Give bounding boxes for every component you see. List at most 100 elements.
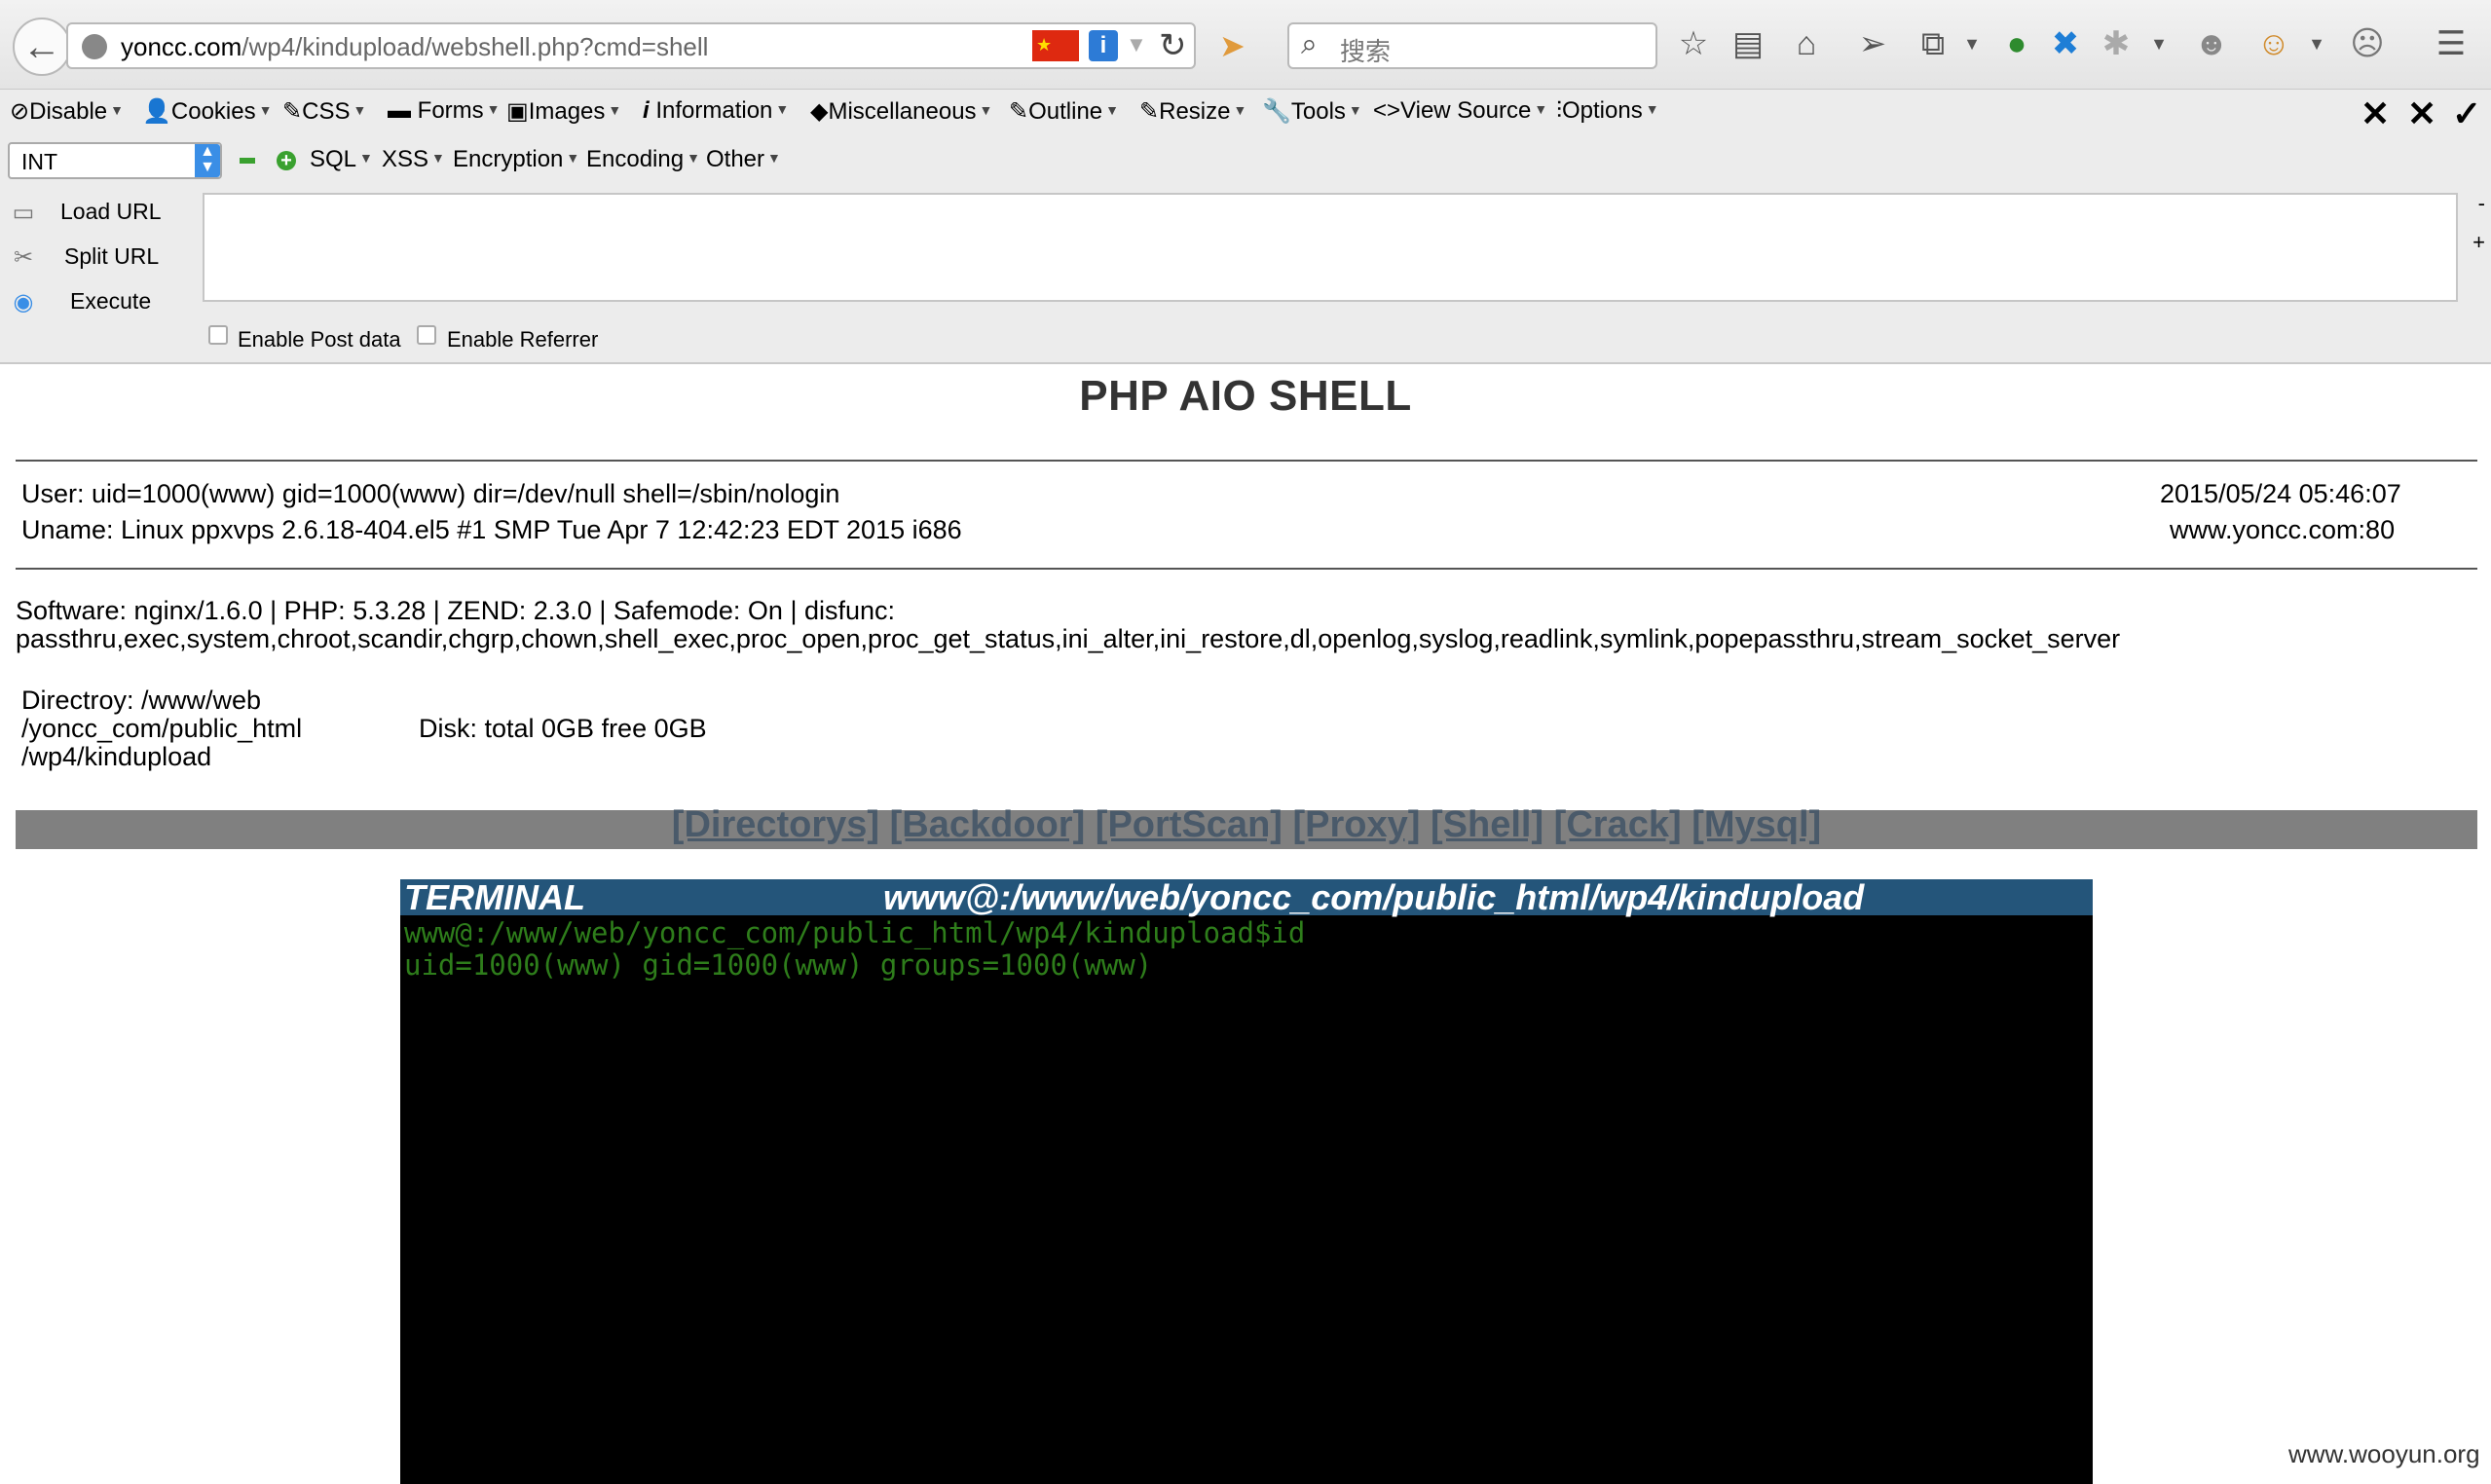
menu-forms[interactable]: ▬ Forms ▼ — [388, 97, 501, 125]
type-select[interactable]: INT ▲ ▼ — [8, 142, 222, 179]
menu-other[interactable]: Other ▼ — [706, 146, 781, 173]
nav-directorys[interactable]: [Directorys] — [672, 804, 879, 845]
nav-crack[interactable]: [Crack] — [1554, 804, 1682, 845]
menu-information[interactable]: i Information ▼ — [643, 97, 789, 125]
menu-miscellaneous[interactable]: ◆Miscellaneous ▼ — [810, 97, 992, 126]
minus-icon[interactable] — [240, 158, 255, 164]
hackbar-url-panel: ▭ Load URL ✂ Split URL ◉ Execute - + Ena… — [0, 187, 2491, 364]
blue-x-icon[interactable]: ✖ — [2043, 21, 2088, 66]
enable-post-label: Enable Post data — [238, 327, 401, 352]
enable-referrer-label: Enable Referrer — [447, 327, 599, 352]
send-icon[interactable]: ➢ — [1850, 21, 1895, 66]
terminal-label: TERMINAL — [404, 877, 585, 917]
terminal-line: uid=1000(www) gid=1000(www) groups=1000(… — [404, 948, 1153, 982]
chevron-down-icon[interactable]: ▼ — [1126, 32, 1147, 57]
user-info: User: uid=1000(www) gid=1000(www) dir=/d… — [21, 479, 840, 508]
terminal[interactable]: TERMINAL www@:/www/web/yoncc_com/public_… — [400, 877, 2093, 1484]
menu-sql[interactable]: SQL ▼ — [310, 146, 373, 173]
menu-tools[interactable]: 🔧Tools ▼ — [1262, 97, 1362, 126]
close-icon[interactable]: ✕ — [2361, 93, 2390, 134]
chat-icon[interactable]: ☹ — [2345, 21, 2390, 66]
menu-view-source[interactable]: <>View Source ▼ — [1373, 97, 1547, 125]
china-flag-icon: ★ — [1032, 30, 1079, 61]
hackbar-menu: ⊘Disable ▼ 👤Cookies ▼ ✎CSS ▼ ▬ Forms ▼ ▣Imag… — [0, 90, 2491, 139]
green-extension-icon[interactable]: ● — [1994, 21, 2039, 66]
pen-icon: ✎ — [1139, 98, 1160, 125]
nav-mysql[interactable]: [Mysql] — [1692, 804, 1821, 845]
load-url-icon: ▭ — [12, 200, 35, 226]
chevron-down-icon[interactable]: ▼ — [2137, 21, 2181, 66]
shell-nav: [Directorys] [Backdoor] [PortScan] [Prox… — [16, 804, 2477, 849]
nav-backdoor[interactable]: [Backdoor] — [890, 804, 1086, 845]
nav-portscan[interactable]: [PortScan] — [1096, 804, 1283, 845]
terminal-path: www@:/www/web/yoncc_com/public_html/wp4/… — [883, 877, 1865, 917]
info-icon[interactable]: i — [1089, 30, 1118, 61]
search-placeholder: 搜索 — [1340, 37, 1392, 66]
home-icon[interactable]: ⌂ — [1784, 21, 1829, 66]
bookmark-star-icon[interactable]: ☆ — [1671, 21, 1716, 66]
pencil-icon: ✎ — [1009, 98, 1029, 125]
menu-encoding[interactable]: Encoding ▼ — [586, 146, 700, 173]
menu-disable[interactable]: ⊘Disable ▼ — [10, 97, 124, 126]
software-info: Software: nginx/1.6.0 | PHP: 5.3.28 | ZE… — [16, 596, 896, 625]
terminal-line: www@:/www/web/yoncc_com/public_html/wp4/… — [404, 916, 1306, 949]
reading-list-icon[interactable]: ▤ — [1726, 21, 1770, 66]
menu-cookies[interactable]: 👤Cookies ▼ — [142, 97, 272, 126]
image-icon: ▣ — [506, 98, 529, 125]
chevron-down-icon[interactable]: ▼ — [2294, 21, 2339, 66]
directory-line-1: Directroy: /www/web — [21, 686, 262, 715]
hackbar-tools: INT ▲ ▼ + SQL ▼ XSS ▼ Encryption ▼ Encoding ▼… — [0, 138, 2491, 187]
shrink-button[interactable]: - — [2478, 191, 2485, 216]
directory-line-3: /wp4/kindupload — [21, 742, 212, 771]
back-arrow-icon: ← — [22, 24, 61, 68]
divider — [16, 568, 2477, 570]
extension-icon[interactable]: ➤ — [1219, 27, 1246, 64]
terminal-header: TERMINAL www@:/www/web/yoncc_com/public_… — [400, 877, 2093, 917]
puzzle-icon[interactable]: ✱ — [2094, 21, 2138, 66]
url-text[interactable]: yoncc.com/wp4/kindupload/webshell.php?cm… — [121, 32, 708, 62]
execute-button[interactable]: ◉ Execute — [0, 280, 195, 323]
check-icon[interactable]: ✓ — [2452, 93, 2481, 134]
load-url-button[interactable]: ▭ Load URL — [0, 191, 195, 234]
menu-resize[interactable]: ✎Resize ▼ — [1139, 97, 1246, 126]
search-bar[interactable]: ⌕ 搜索 — [1287, 22, 1657, 69]
reload-icon[interactable]: ↻ — [1159, 26, 1187, 65]
split-url-button[interactable]: ✂ Split URL — [0, 236, 195, 278]
scissors-icon: ✂ — [13, 244, 34, 271]
menu-css[interactable]: ✎CSS ▼ — [282, 97, 366, 126]
type-select-value: INT — [21, 149, 58, 174]
back-button[interactable]: ← — [13, 18, 71, 76]
menu-icon[interactable]: ☰ — [2429, 21, 2473, 66]
user-icon: 👤 — [142, 98, 171, 125]
nav-shell[interactable]: [Shell] — [1431, 804, 1543, 845]
server-host: www.yoncc.com:80 — [2170, 515, 2396, 544]
url-textarea[interactable] — [203, 193, 2458, 302]
monkey-icon[interactable]: ☺ — [2251, 21, 2296, 66]
play-icon: ◉ — [13, 289, 34, 315]
chevron-down-icon[interactable]: ▼ — [1950, 21, 1994, 66]
wand-icon: ✎ — [282, 98, 303, 125]
close-icon[interactable]: ✕ — [2407, 93, 2436, 134]
grow-button[interactable]: + — [2472, 230, 2485, 255]
enable-post-checkbox[interactable] — [208, 325, 228, 345]
avatar-icon[interactable]: ☻ — [2189, 21, 2234, 66]
divider — [16, 460, 2477, 462]
disk-info: Disk: total 0GB free 0GB — [419, 714, 707, 743]
globe-icon — [82, 34, 107, 59]
menu-encryption[interactable]: Encryption ▼ — [453, 146, 579, 173]
menu-outline[interactable]: ✎Outline ▼ — [1009, 97, 1119, 126]
menu-options[interactable]: ⫶Options ▼ — [1556, 97, 1659, 125]
disable-icon: ⊘ — [10, 98, 30, 125]
disabled-functions: passthru,exec,system,chroot,scandir,chgr… — [16, 624, 2121, 653]
plus-icon[interactable]: + — [277, 151, 296, 170]
uname-info: Uname: Linux ppxvps 2.6.18-404.el5 #1 SM… — [21, 515, 962, 544]
select-arrows-icon[interactable]: ▲ ▼ — [195, 144, 220, 177]
url-host: yoncc.com — [121, 32, 242, 61]
directory-line-2: /yoncc_com/public_html — [21, 714, 303, 743]
menu-images[interactable]: ▣Images ▼ — [506, 97, 621, 126]
enable-referrer-checkbox[interactable] — [417, 325, 436, 345]
url-bar[interactable]: yoncc.com/wp4/kindupload/webshell.php?cm… — [66, 22, 1196, 69]
menu-xss[interactable]: XSS ▼ — [382, 146, 445, 173]
nav-proxy[interactable]: [Proxy] — [1293, 804, 1421, 845]
server-datetime: 2015/05/24 05:46:07 — [2160, 479, 2401, 508]
